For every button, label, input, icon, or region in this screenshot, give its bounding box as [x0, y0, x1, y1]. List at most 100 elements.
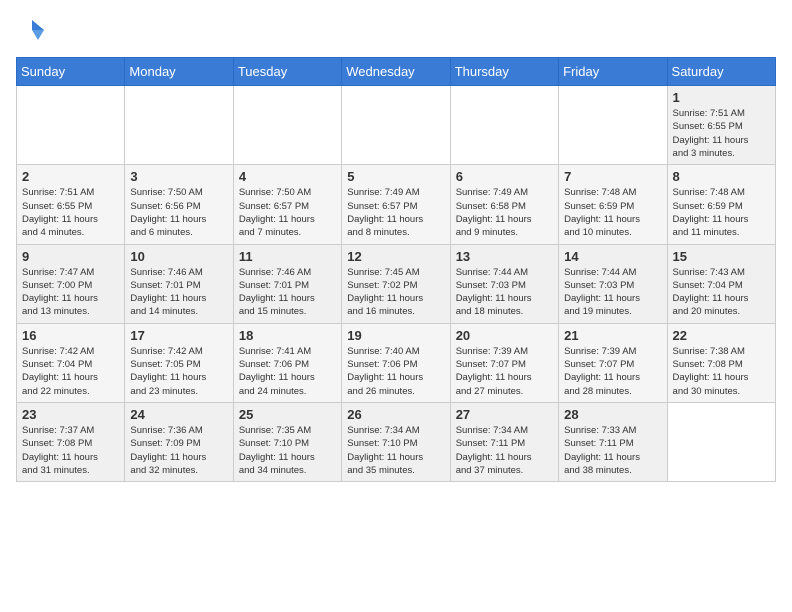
- calendar-cell: 3 Sunrise: 7:50 AM Sunset: 6:56 PM Daylig…: [125, 165, 233, 244]
- calendar-cell: 9 Sunrise: 7:47 AM Sunset: 7:00 PM Daylig…: [17, 244, 125, 323]
- day-info: Sunrise: 7:34 AM Sunset: 7:11 PM Dayligh…: [456, 424, 553, 477]
- calendar-cell: 20 Sunrise: 7:39 AM Sunset: 7:07 PM Dayli…: [450, 323, 558, 402]
- calendar-cell: [233, 86, 341, 165]
- calendar-week-1: 1 Sunrise: 7:51 AM Sunset: 6:55 PM Daylig…: [17, 86, 776, 165]
- day-info: Sunrise: 7:45 AM Sunset: 7:02 PM Dayligh…: [347, 266, 444, 319]
- calendar-cell: 19 Sunrise: 7:40 AM Sunset: 7:06 PM Dayli…: [342, 323, 450, 402]
- day-info: Sunrise: 7:38 AM Sunset: 7:08 PM Dayligh…: [673, 345, 770, 398]
- calendar-cell: [17, 86, 125, 165]
- day-number: 11: [239, 249, 336, 264]
- day-number: 6: [456, 169, 553, 184]
- calendar-cell: 11 Sunrise: 7:46 AM Sunset: 7:01 PM Dayli…: [233, 244, 341, 323]
- header-wednesday: Wednesday: [342, 58, 450, 86]
- calendar-cell: 17 Sunrise: 7:42 AM Sunset: 7:05 PM Dayli…: [125, 323, 233, 402]
- day-number: 15: [673, 249, 770, 264]
- calendar-cell: 10 Sunrise: 7:46 AM Sunset: 7:01 PM Dayli…: [125, 244, 233, 323]
- day-number: 1: [673, 90, 770, 105]
- calendar-week-4: 16 Sunrise: 7:42 AM Sunset: 7:04 PM Dayli…: [17, 323, 776, 402]
- calendar-cell: 16 Sunrise: 7:42 AM Sunset: 7:04 PM Dayli…: [17, 323, 125, 402]
- day-info: Sunrise: 7:40 AM Sunset: 7:06 PM Dayligh…: [347, 345, 444, 398]
- calendar-cell: 14 Sunrise: 7:44 AM Sunset: 7:03 PM Dayli…: [559, 244, 667, 323]
- logo-icon: [18, 16, 46, 44]
- day-info: Sunrise: 7:48 AM Sunset: 6:59 PM Dayligh…: [564, 186, 661, 239]
- day-info: Sunrise: 7:50 AM Sunset: 6:57 PM Dayligh…: [239, 186, 336, 239]
- day-info: Sunrise: 7:44 AM Sunset: 7:03 PM Dayligh…: [564, 266, 661, 319]
- calendar-cell: 7 Sunrise: 7:48 AM Sunset: 6:59 PM Daylig…: [559, 165, 667, 244]
- calendar-cell: [450, 86, 558, 165]
- day-number: 13: [456, 249, 553, 264]
- calendar-cell: 26Sunrise: 7:34 AM Sunset: 7:10 PM Dayli…: [342, 402, 450, 481]
- day-info: Sunrise: 7:41 AM Sunset: 7:06 PM Dayligh…: [239, 345, 336, 398]
- calendar-cell: 21 Sunrise: 7:39 AM Sunset: 7:07 PM Dayli…: [559, 323, 667, 402]
- day-number: 24: [130, 407, 227, 422]
- calendar-cell: [559, 86, 667, 165]
- calendar-cell: 2 Sunrise: 7:51 AM Sunset: 6:55 PM Daylig…: [17, 165, 125, 244]
- calendar-cell: 25Sunrise: 7:35 AM Sunset: 7:10 PM Dayli…: [233, 402, 341, 481]
- calendar-cell: 27 Sunrise: 7:34 AM Sunset: 7:11 PM Dayli…: [450, 402, 558, 481]
- day-number: 22: [673, 328, 770, 343]
- calendar-cell: 18 Sunrise: 7:41 AM Sunset: 7:06 PM Dayli…: [233, 323, 341, 402]
- logo: [16, 16, 46, 49]
- weekday-header-row: SundayMondayTuesdayWednesdayThursdayFrid…: [17, 58, 776, 86]
- header-saturday: Saturday: [667, 58, 775, 86]
- day-number: 27: [456, 407, 553, 422]
- calendar-cell: 23 Sunrise: 7:37 AM Sunset: 7:08 PM Dayli…: [17, 402, 125, 481]
- day-info: Sunrise: 7:50 AM Sunset: 6:56 PM Dayligh…: [130, 186, 227, 239]
- day-number: 17: [130, 328, 227, 343]
- day-info: Sunrise: 7:46 AM Sunset: 7:01 PM Dayligh…: [239, 266, 336, 319]
- day-info: Sunrise: 7:37 AM Sunset: 7:08 PM Dayligh…: [22, 424, 119, 477]
- day-info: Sunrise: 7:39 AM Sunset: 7:07 PM Dayligh…: [564, 345, 661, 398]
- calendar-cell: [667, 402, 775, 481]
- day-info: Sunrise: 7:43 AM Sunset: 7:04 PM Dayligh…: [673, 266, 770, 319]
- day-info: Sunrise: 7:42 AM Sunset: 7:05 PM Dayligh…: [130, 345, 227, 398]
- calendar-cell: 12 Sunrise: 7:45 AM Sunset: 7:02 PM Dayli…: [342, 244, 450, 323]
- day-number: 8: [673, 169, 770, 184]
- header-tuesday: Tuesday: [233, 58, 341, 86]
- calendar-cell: 4 Sunrise: 7:50 AM Sunset: 6:57 PM Daylig…: [233, 165, 341, 244]
- day-number: 4: [239, 169, 336, 184]
- day-info: Sunrise: 7:49 AM Sunset: 6:58 PM Dayligh…: [456, 186, 553, 239]
- calendar-cell: 13 Sunrise: 7:44 AM Sunset: 7:03 PM Dayli…: [450, 244, 558, 323]
- day-info: Sunrise: 7:42 AM Sunset: 7:04 PM Dayligh…: [22, 345, 119, 398]
- day-info: Sunrise: 7:46 AM Sunset: 7:01 PM Dayligh…: [130, 266, 227, 319]
- day-info: Sunrise: 7:39 AM Sunset: 7:07 PM Dayligh…: [456, 345, 553, 398]
- calendar-cell: [342, 86, 450, 165]
- calendar-table: SundayMondayTuesdayWednesdayThursdayFrid…: [16, 57, 776, 482]
- header-sunday: Sunday: [17, 58, 125, 86]
- day-number: 25: [239, 407, 336, 422]
- logo-text: [16, 16, 46, 49]
- calendar-cell: 5Sunrise: 7:49 AM Sunset: 6:57 PM Daylig…: [342, 165, 450, 244]
- day-number: 18: [239, 328, 336, 343]
- day-info: Sunrise: 7:49 AM Sunset: 6:57 PM Dayligh…: [347, 186, 444, 239]
- day-number: 19: [347, 328, 444, 343]
- calendar-cell: 8 Sunrise: 7:48 AM Sunset: 6:59 PM Daylig…: [667, 165, 775, 244]
- calendar-cell: 22 Sunrise: 7:38 AM Sunset: 7:08 PM Dayli…: [667, 323, 775, 402]
- day-info: Sunrise: 7:47 AM Sunset: 7:00 PM Dayligh…: [22, 266, 119, 319]
- day-info: Sunrise: 7:33 AM Sunset: 7:11 PM Dayligh…: [564, 424, 661, 477]
- day-number: 20: [456, 328, 553, 343]
- calendar-cell: 6 Sunrise: 7:49 AM Sunset: 6:58 PM Daylig…: [450, 165, 558, 244]
- day-number: 26: [347, 407, 444, 422]
- day-number: 14: [564, 249, 661, 264]
- day-number: 21: [564, 328, 661, 343]
- day-info: Sunrise: 7:48 AM Sunset: 6:59 PM Dayligh…: [673, 186, 770, 239]
- calendar-week-3: 9 Sunrise: 7:47 AM Sunset: 7:00 PM Daylig…: [17, 244, 776, 323]
- calendar-week-5: 23 Sunrise: 7:37 AM Sunset: 7:08 PM Dayli…: [17, 402, 776, 481]
- day-number: 2: [22, 169, 119, 184]
- page-header: [16, 16, 776, 49]
- day-number: 16: [22, 328, 119, 343]
- day-number: 9: [22, 249, 119, 264]
- calendar-week-2: 2 Sunrise: 7:51 AM Sunset: 6:55 PM Daylig…: [17, 165, 776, 244]
- header-friday: Friday: [559, 58, 667, 86]
- day-info: Sunrise: 7:44 AM Sunset: 7:03 PM Dayligh…: [456, 266, 553, 319]
- calendar-cell: 1 Sunrise: 7:51 AM Sunset: 6:55 PM Daylig…: [667, 86, 775, 165]
- day-info: Sunrise: 7:51 AM Sunset: 6:55 PM Dayligh…: [22, 186, 119, 239]
- day-number: 3: [130, 169, 227, 184]
- calendar-cell: 28Sunrise: 7:33 AM Sunset: 7:11 PM Dayli…: [559, 402, 667, 481]
- day-number: 23: [22, 407, 119, 422]
- header-thursday: Thursday: [450, 58, 558, 86]
- day-number: 7: [564, 169, 661, 184]
- day-info: Sunrise: 7:51 AM Sunset: 6:55 PM Dayligh…: [673, 107, 770, 160]
- day-number: 12: [347, 249, 444, 264]
- day-number: 10: [130, 249, 227, 264]
